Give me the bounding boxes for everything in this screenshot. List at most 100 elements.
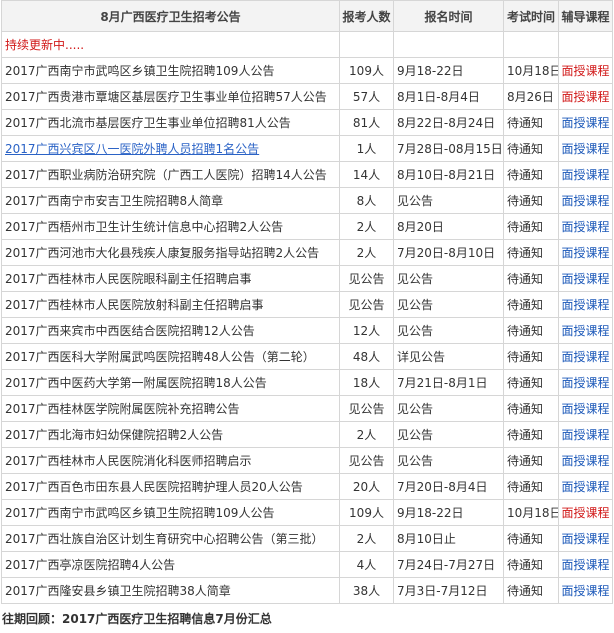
row-title[interactable]: 2017广西北海市妇幼保健院招聘2人公告 — [1, 421, 340, 448]
row-course-link[interactable]: 面授课程 — [558, 551, 613, 578]
row-count: 38人 — [339, 577, 394, 604]
row-title[interactable]: 2017广西南宁市武鸣区乡镇卫生院招聘109人公告 — [1, 499, 340, 526]
row-title[interactable]: 2017广西桂林市人民医院放射科副主任招聘启事 — [1, 291, 340, 318]
row-registration-time: 7月20日-8月4日 — [393, 473, 504, 500]
row-course-link[interactable]: 面授课程 — [558, 239, 613, 266]
archive-link[interactable]: 往期回顾：2017广西医疗卫生招聘信息7月份汇总 — [2, 610, 272, 627]
row-registration-time: 7月28日-08月15日 — [393, 135, 504, 162]
row-exam-time: 待通知 — [503, 343, 559, 370]
row-count: 2人 — [339, 525, 394, 552]
row-exam-time: 待通知 — [503, 369, 559, 396]
row-registration-time: 见公告 — [393, 395, 504, 422]
row-title[interactable]: 2017广西隆安县乡镇卫生院招聘38人简章 — [1, 577, 340, 604]
row-count: 见公告 — [339, 395, 394, 422]
table-row: 2017广西隆安县乡镇卫生院招聘38人简章 38人 7月3日-7月12日 待通知 面授课… — [1, 577, 613, 604]
row-registration-time: 见公告 — [393, 421, 504, 448]
row-count: 12人 — [339, 317, 394, 344]
row-course-link[interactable]: 面授课程 — [558, 577, 613, 604]
header-exam-time: 考试时间 — [503, 0, 559, 32]
row-count: 109人 — [339, 57, 394, 84]
row-exam-time: 待通知 — [503, 265, 559, 292]
row-course-link[interactable]: 面授课程 — [558, 57, 613, 84]
row-title[interactable]: 2017广西医科大学附属武鸣医院招聘48人公告（第二轮） — [1, 343, 340, 370]
row-title[interactable]: 2017广西职业病防治研究院（广西工人医院）招聘14人公告 — [1, 161, 340, 188]
table-row: 2017广西桂林市人民医院消化科医师招聘启示 见公告 见公告 待通知 面授课程 — [1, 447, 613, 474]
row-exam-time: 待通知 — [503, 447, 559, 474]
row-exam-time: 待通知 — [503, 421, 559, 448]
row-course-link[interactable]: 面授课程 — [558, 343, 613, 370]
row-title[interactable]: 2017广西亭凉医院招聘4人公告 — [1, 551, 340, 578]
row-registration-time: 8月1日-8月4日 — [393, 83, 504, 110]
row-course-link[interactable]: 面授课程 — [558, 187, 613, 214]
row-title[interactable]: 2017广西南宁市武鸣区乡镇卫生院招聘109人公告 — [1, 57, 340, 84]
table-row: 2017广西来宾市中西医结合医院招聘12人公告 12人 见公告 待通知 面授课程 — [1, 317, 613, 344]
row-count: 14人 — [339, 161, 394, 188]
row-registration-time: 8月10日止 — [393, 525, 504, 552]
row-registration-time: 见公告 — [393, 447, 504, 474]
row-exam-time: 8月26日 — [503, 83, 559, 110]
table-row: 2017广西河池市大化县残疾人康复服务指导站招聘2人公告 2人 7月20日-8月10… — [1, 239, 613, 266]
row-exam-time: 待通知 — [503, 577, 559, 604]
row-registration-time: 见公告 — [393, 265, 504, 292]
row-title[interactable]: 2017广西梧州市卫生计生统计信息中心招聘2人公告 — [1, 213, 340, 240]
row-title[interactable]: 2017广西贵港市覃塘区基层医疗卫生事业单位招聘57人公告 — [1, 83, 340, 110]
table-header-row: 8月广西医疗卫生招考公告 报考人数 报名时间 考试时间 辅导课程 — [1, 0, 613, 32]
row-course-link[interactable]: 面授课程 — [558, 213, 613, 240]
row-title[interactable]: 2017广西百色市田东县人民医院招聘护理人员20人公告 — [1, 473, 340, 500]
row-course-link[interactable]: 面授课程 — [558, 447, 613, 474]
row-course-link[interactable]: 面授课程 — [558, 499, 613, 526]
row-title[interactable]: 2017广西桂林市人民医院消化科医师招聘启示 — [1, 447, 340, 474]
table-row: 2017广西北海市妇幼保健院招聘2人公告 2人 见公告 待通知 面授课程 — [1, 421, 613, 448]
row-title[interactable]: 2017广西中医药大学第一附属医院招聘18人公告 — [1, 369, 340, 396]
row-count: 4人 — [339, 551, 394, 578]
row-title[interactable]: 2017广西壮族自治区计划生育研究中心招聘公告（第三批） — [1, 525, 340, 552]
row-course-link[interactable]: 面授课程 — [558, 369, 613, 396]
row-course-link[interactable]: 面授课程 — [558, 83, 613, 110]
archive-footer[interactable]: 往期回顾：2017广西医疗卫生招聘信息7月份汇总 — [0, 604, 614, 633]
row-title[interactable]: 2017广西桂林医学院附属医院补充招聘公告 — [1, 395, 340, 422]
notice-row: 持续更新中..... — [1, 31, 613, 58]
row-count: 57人 — [339, 83, 394, 110]
table-row: 2017广西南宁市武鸣区乡镇卫生院招聘109人公告 109人 9月18-22日 10月… — [1, 57, 613, 84]
row-title[interactable]: 2017广西来宾市中西医结合医院招聘12人公告 — [1, 317, 340, 344]
row-course-link[interactable]: 面授课程 — [558, 317, 613, 344]
row-registration-time: 见公告 — [393, 187, 504, 214]
table-row: 2017广西贵港市覃塘区基层医疗卫生事业单位招聘57人公告 57人 8月1日-8月4… — [1, 83, 613, 110]
row-count: 18人 — [339, 369, 394, 396]
table-row: 2017广西桂林医学院附属医院补充招聘公告 见公告 见公告 待通知 面授课程 — [1, 395, 613, 422]
row-course-link[interactable]: 面授课程 — [558, 109, 613, 136]
table-row: 2017广西梧州市卫生计生统计信息中心招聘2人公告 2人 8月20日 待通知 面授课程 — [1, 213, 613, 240]
row-course-link[interactable]: 面授课程 — [558, 421, 613, 448]
row-title[interactable]: 2017广西桂林市人民医院眼科副主任招聘启事 — [1, 265, 340, 292]
row-course-link[interactable]: 面授课程 — [558, 291, 613, 318]
row-title[interactable]: 2017广西南宁市安吉卫生院招聘8人简章 — [1, 187, 340, 214]
row-registration-time: 7月20日-8月10日 — [393, 239, 504, 266]
row-exam-time: 10月18日 — [503, 57, 559, 84]
table-row: 2017广西医科大学附属武鸣医院招聘48人公告（第二轮） 48人 详见公告 待通知 面授… — [1, 343, 613, 370]
header-registration-time: 报名时间 — [393, 0, 504, 32]
row-title[interactable]: 2017广西河池市大化县残疾人康复服务指导站招聘2人公告 — [1, 239, 340, 266]
row-count: 见公告 — [339, 265, 394, 292]
row-course-link[interactable]: 面授课程 — [558, 135, 613, 162]
row-exam-time: 待通知 — [503, 473, 559, 500]
row-exam-time: 待通知 — [503, 525, 559, 552]
row-course-link[interactable]: 面授课程 — [558, 265, 613, 292]
row-count: 81人 — [339, 109, 394, 136]
row-count: 2人 — [339, 213, 394, 240]
row-count: 109人 — [339, 499, 394, 526]
table-row: 2017广西北流市基层医疗卫生事业单位招聘81人公告 81人 8月22日-8月24日… — [1, 109, 613, 136]
row-title[interactable]: 2017广西北流市基层医疗卫生事业单位招聘81人公告 — [1, 109, 340, 136]
row-exam-time: 待通知 — [503, 135, 559, 162]
table-row: 2017广西南宁市安吉卫生院招聘8人简章 8人 见公告 待通知 面授课程 — [1, 187, 613, 214]
table-row: 2017广西桂林市人民医院眼科副主任招聘启事 见公告 见公告 待通知 面授课程 — [1, 265, 613, 292]
row-course-link[interactable]: 面授课程 — [558, 525, 613, 552]
row-title[interactable]: 2017广西兴宾区八一医院外聘人员招聘1名公告 — [1, 135, 340, 162]
row-exam-time: 待通知 — [503, 187, 559, 214]
row-exam-time: 待通知 — [503, 109, 559, 136]
row-course-link[interactable]: 面授课程 — [558, 395, 613, 422]
table-row: 2017广西兴宾区八一医院外聘人员招聘1名公告 1人 7月28日-08月15日 待通知… — [1, 135, 613, 162]
row-course-link[interactable]: 面授课程 — [558, 473, 613, 500]
table-row: 2017广西中医药大学第一附属医院招聘18人公告 18人 7月21日-8月1日 待通知… — [1, 369, 613, 396]
table-row: 2017广西亭凉医院招聘4人公告 4人 7月24日-7月27日 待通知 面授课程 — [1, 551, 613, 578]
row-course-link[interactable]: 面授课程 — [558, 161, 613, 188]
